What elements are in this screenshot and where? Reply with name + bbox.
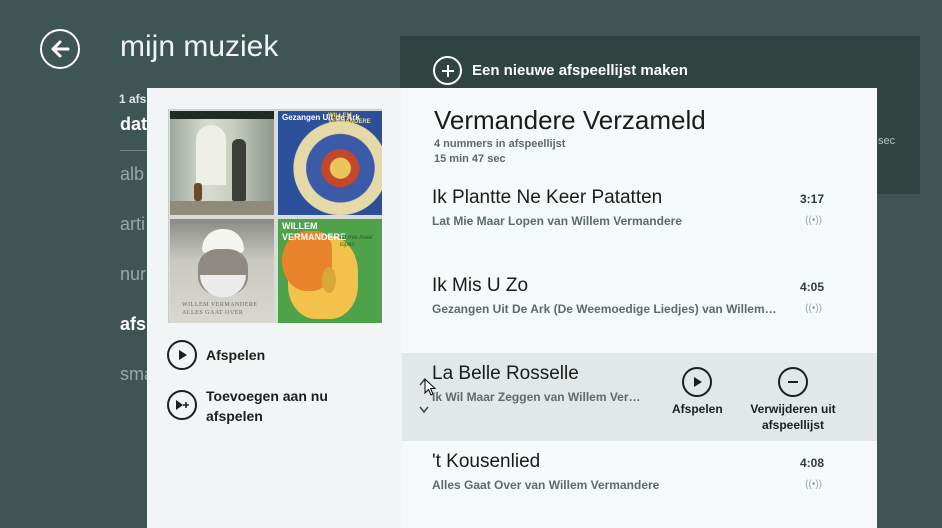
album-art-3-title: ALLES GAAT OVER bbox=[182, 310, 244, 316]
track-row[interactable]: 't Kousenlied Alles Gaat Over van Willem… bbox=[402, 441, 877, 528]
playlist-track-count: 4 nummers in afspeellijst bbox=[434, 138, 566, 150]
play-playlist-label: Afspelen bbox=[206, 347, 266, 363]
album-art-2-artist: WILLEM VERMANDERE bbox=[328, 113, 371, 125]
track-row[interactable]: Ik Plantte Ne Keer Patatten Lat Mie Maar… bbox=[402, 177, 877, 265]
track-subtitle: Lat Mie Maar Lopen van Willem Vermandere bbox=[432, 214, 682, 228]
back-button[interactable] bbox=[40, 29, 80, 69]
remove-from-playlist-label: Verwijderen uit afspeellijst bbox=[750, 402, 836, 432]
add-to-now-playing-label: Toevoegen aan nu afspelen bbox=[206, 388, 328, 424]
album-art-2: Gezangen Uit de Ark WILLEM VERMANDERE bbox=[278, 111, 382, 215]
album-art-3: WILLEM VERMANDERE ALLES GAAT OVER bbox=[170, 219, 274, 323]
track-subtitle: Gezangen Uit De Ark (De Weemoedige Liedj… bbox=[432, 302, 777, 316]
track-subtitle: Ik Wil Maar Zeggen van Willem Ver… bbox=[432, 390, 641, 404]
background-duration-fragment: sec bbox=[878, 135, 896, 147]
track-title: Ik Plantte Ne Keer Patatten bbox=[432, 187, 663, 208]
album-art-4: WILLEM VERMANDERE lat mie maar lopen bbox=[278, 219, 382, 323]
album-art-1 bbox=[170, 111, 274, 215]
track-title: La Belle Rosselle bbox=[432, 363, 579, 384]
play-track-button[interactable]: Afspelen bbox=[672, 367, 723, 417]
minus-icon bbox=[778, 367, 808, 397]
track-subtitle: Alles Gaat Over van Willem Vermandere bbox=[432, 478, 660, 492]
remove-from-playlist-button[interactable]: Verwijderen uit afspeellijst bbox=[746, 367, 840, 433]
plus-icon bbox=[433, 56, 462, 85]
play-playlist-button[interactable]: Afspelen bbox=[167, 340, 265, 370]
radio-icon: ((•)) bbox=[805, 479, 822, 490]
radio-icon: ((•)) bbox=[805, 215, 822, 226]
playlist-count-label: 1 afs bbox=[119, 92, 147, 106]
new-playlist-label: Een nieuwe afspeellijst maken bbox=[472, 62, 688, 79]
album-art-grid: Gezangen Uit de Ark WILLEM VERMANDERE WI… bbox=[168, 109, 382, 323]
new-playlist-button[interactable]: Een nieuwe afspeellijst maken bbox=[433, 56, 688, 85]
nav-divider bbox=[120, 150, 150, 151]
play-track-label: Afspelen bbox=[672, 402, 723, 416]
track-title: Ik Mis U Zo bbox=[432, 275, 529, 296]
track-duration: 4:08 bbox=[799, 456, 824, 470]
radio-icon: ((•)) bbox=[805, 303, 822, 314]
playlist-flyout-left: Gezangen Uit de Ark WILLEM VERMANDERE WI… bbox=[147, 88, 402, 528]
track-duration: 4:05 bbox=[799, 280, 824, 294]
album-art-4-title: lat mie maar lopen bbox=[340, 235, 374, 248]
track-duration: 3:17 bbox=[799, 192, 824, 206]
play-icon bbox=[167, 340, 197, 370]
add-to-now-playing-icon bbox=[167, 390, 197, 420]
playlist-title: Vermandere Verzameld bbox=[434, 105, 706, 135]
back-arrow-icon bbox=[51, 40, 70, 58]
play-icon bbox=[682, 367, 713, 397]
playlist-flyout-right: Vermandere Verzameld 4 nummers in afspee… bbox=[402, 88, 877, 528]
track-title: 't Kousenlied bbox=[432, 451, 541, 472]
playlist-total-duration: 15 min 47 sec bbox=[434, 153, 506, 165]
track-row-selected[interactable]: La Belle Rosselle Ik Wil Maar Zeggen van… bbox=[402, 353, 877, 441]
page-title: mijn muziek bbox=[120, 30, 279, 63]
add-to-now-playing-button[interactable]: Toevoegen aan nu afspelen bbox=[167, 386, 367, 426]
album-art-3-artist: WILLEM VERMANDERE bbox=[182, 302, 258, 308]
track-row[interactable]: Ik Mis U Zo Gezangen Uit De Ark (De Weem… bbox=[402, 265, 877, 353]
